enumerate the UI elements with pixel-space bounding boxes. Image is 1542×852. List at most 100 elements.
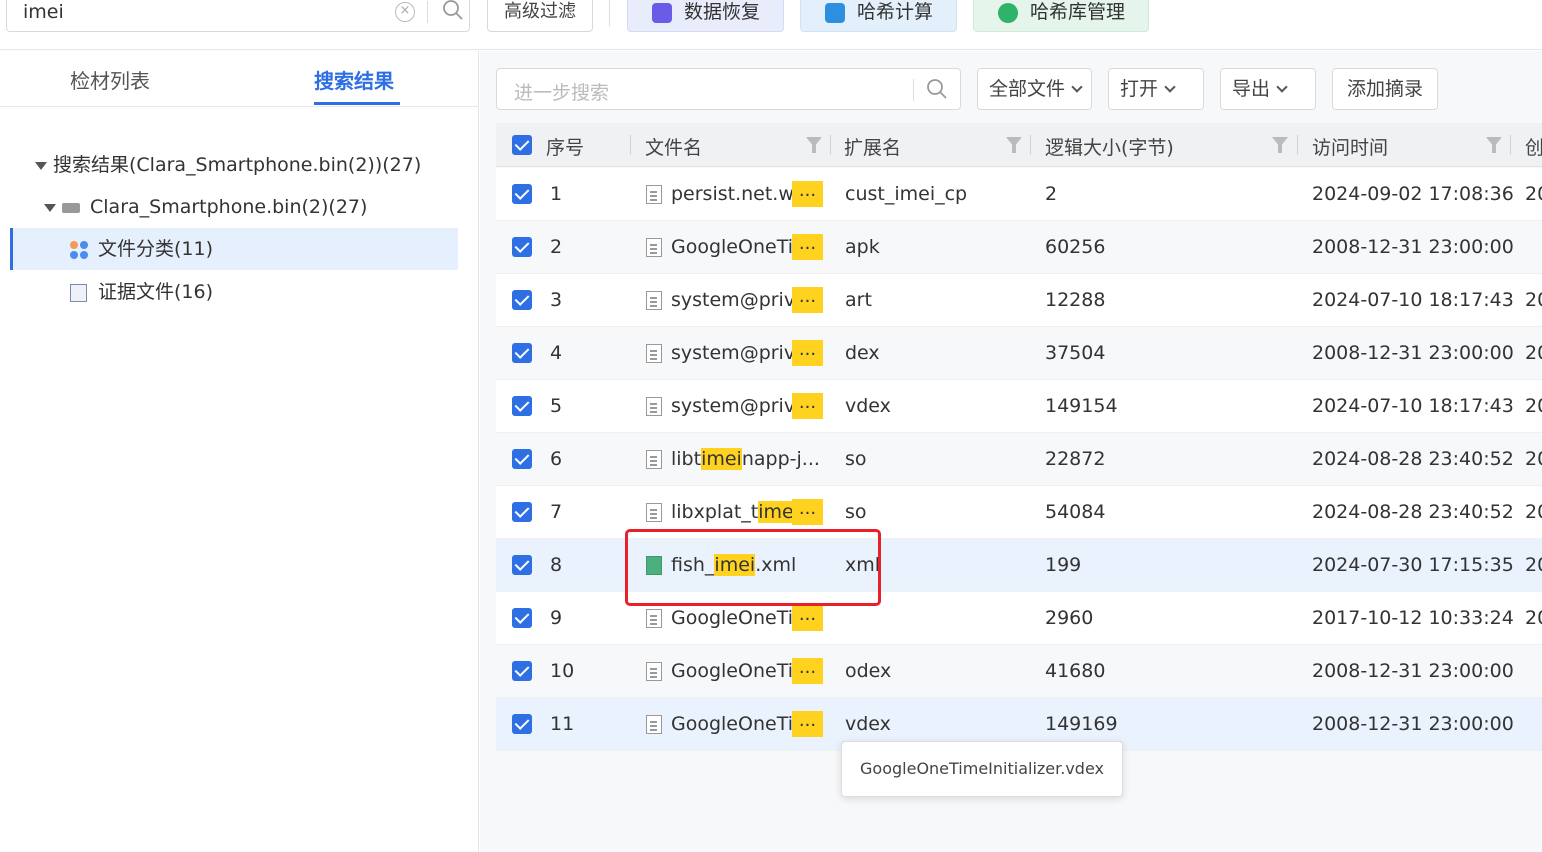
column-divider[interactable]	[630, 135, 631, 155]
column-divider[interactable]	[830, 135, 831, 155]
highlight-ellipsis: ...	[792, 499, 823, 525]
divider	[913, 79, 914, 101]
row-checkbox[interactable]	[512, 714, 532, 734]
filter-icon[interactable]	[1006, 137, 1022, 153]
clear-icon[interactable]: ×	[395, 2, 415, 22]
table-row[interactable]: 5 system@priv-a ... vdex 149154 2024-07-…	[496, 380, 1542, 433]
row-checkbox[interactable]	[512, 343, 532, 363]
col-header-filename[interactable]: 文件名	[645, 133, 702, 160]
tab-evidence-list[interactable]: 检材列表	[70, 65, 150, 94]
hash-db-button[interactable]: 哈希库管理	[973, 0, 1149, 32]
expand-triangle-icon[interactable]	[35, 161, 47, 170]
tree-item-file-category[interactable]: 文件分类(11)	[70, 228, 213, 270]
cell-access-time: 2024-09-02 17:08:36	[1312, 183, 1514, 205]
col-header-size[interactable]: 逻辑大小(字节)	[1045, 133, 1174, 160]
file-icon	[646, 450, 662, 469]
evidence-file-icon	[70, 283, 87, 302]
table-row[interactable]: 2 GoogleOneTim ... apk 60256 2008-12-31 …	[496, 221, 1542, 274]
highlight-ellipsis: ...	[792, 181, 823, 207]
select-all-checkbox[interactable]	[512, 135, 532, 155]
filter-icon[interactable]	[1272, 137, 1288, 153]
filter-icon[interactable]	[1486, 137, 1502, 153]
file-icon	[646, 344, 662, 363]
cell-no: 6	[550, 448, 563, 470]
cell-extension: so	[845, 448, 867, 470]
row-checkbox[interactable]	[512, 608, 532, 628]
row-checkbox[interactable]	[512, 449, 532, 469]
search-icon[interactable]	[442, 0, 464, 21]
cell-size: 54084	[1045, 501, 1106, 523]
tab-search-results[interactable]: 搜索结果	[314, 65, 394, 94]
row-checkbox[interactable]	[512, 184, 532, 204]
tree-item-label: Clara_Smartphone.bin(2)(27)	[90, 196, 368, 218]
col-header-created-time[interactable]: 创	[1525, 133, 1542, 160]
cell-created-time: 20	[1525, 448, 1542, 470]
cell-access-time: 2008-12-31 23:00:00	[1312, 660, 1514, 682]
advanced-filter-button[interactable]: 高级过滤	[487, 0, 593, 32]
global-search-input[interactable]: imei ×	[6, 0, 470, 32]
file-scope-dropdown[interactable]: 全部文件	[977, 68, 1092, 110]
cell-size: 12288	[1045, 289, 1106, 311]
col-header-no[interactable]: 序号	[546, 133, 584, 160]
tree-item-evidence-files[interactable]: 证据文件(16)	[70, 271, 213, 313]
export-dropdown[interactable]: 导出	[1220, 68, 1316, 110]
row-checkbox[interactable]	[512, 661, 532, 681]
cell-extension: dex	[845, 342, 880, 364]
cell-size: 199	[1045, 554, 1082, 576]
data-recovery-button[interactable]: 数据恢复	[627, 0, 784, 32]
hash-db-icon	[998, 3, 1018, 23]
col-header-extension[interactable]: 扩展名	[844, 133, 901, 160]
left-panel: 检材列表 搜索结果 搜索结果(Clara_Smartphone.bin(2))(…	[0, 51, 479, 852]
row-checkbox[interactable]	[512, 396, 532, 416]
column-divider[interactable]	[1030, 135, 1031, 155]
data-recovery-label: 数据恢复	[684, 1, 761, 23]
chevron-down-icon	[1164, 81, 1176, 93]
table-row[interactable]: 1 persist.net.wo ... cust_imei_cp 2 2024…	[496, 168, 1542, 221]
row-checkbox[interactable]	[512, 502, 532, 522]
cell-size: 2	[1045, 183, 1058, 205]
cell-no: 5	[550, 395, 563, 417]
cell-access-time: 2008-12-31 23:00:00	[1312, 342, 1514, 364]
tree-item-label: 证据文件(16)	[98, 281, 214, 303]
row-checkbox[interactable]	[512, 290, 532, 310]
col-header-access-time[interactable]: 访问时间	[1312, 133, 1388, 160]
divider	[609, 0, 610, 26]
hash-calc-button[interactable]: 哈希计算	[800, 0, 957, 32]
cell-no: 1	[550, 183, 563, 205]
filter-icon[interactable]	[806, 137, 822, 153]
cell-no: 10	[550, 660, 575, 682]
cell-access-time: 2017-10-12 10:33:24	[1312, 607, 1514, 629]
cell-no: 2	[550, 236, 563, 258]
table-row[interactable]: 10 GoogleOneTim ... odex 41680 2008-12-3…	[496, 645, 1542, 698]
refine-search-placeholder: 进一步搜索	[514, 82, 610, 104]
tree-item-image[interactable]: Clara_Smartphone.bin(2)(27)	[44, 186, 367, 228]
tree-item-search-results[interactable]: 搜索结果(Clara_Smartphone.bin(2))(27)	[35, 144, 421, 186]
cell-extension: art	[845, 289, 872, 311]
add-excerpt-label: 添加摘录	[1347, 78, 1424, 100]
file-icon	[646, 185, 662, 204]
row-checkbox[interactable]	[512, 555, 532, 575]
cell-size: 149154	[1045, 395, 1118, 417]
table-row[interactable]: 4 system@priv-a ... dex 37504 2008-12-31…	[496, 327, 1542, 380]
category-icon	[70, 240, 88, 259]
table-row[interactable]: 3 system@priv-a ... art 12288 2024-07-10…	[496, 274, 1542, 327]
divider	[427, 1, 428, 23]
cell-no: 11	[550, 713, 575, 735]
column-divider[interactable]	[1297, 135, 1298, 155]
row-checkbox[interactable]	[512, 237, 532, 257]
table-row[interactable]: 6 libtimeinapp-j... so 22872 2024-08-28 …	[496, 433, 1542, 486]
cell-access-time: 2024-08-28 23:40:52	[1312, 448, 1514, 470]
open-dropdown[interactable]: 打开	[1108, 68, 1204, 110]
cell-created-time: 20	[1525, 554, 1542, 576]
cell-extension: vdex	[845, 713, 891, 735]
tree-item-label: 文件分类(11)	[98, 238, 214, 260]
file-icon	[646, 609, 662, 628]
search-icon[interactable]	[926, 78, 948, 100]
hash-calc-label: 哈希计算	[857, 1, 934, 23]
column-divider[interactable]	[1510, 135, 1511, 155]
expand-triangle-icon[interactable]	[44, 203, 56, 212]
results-panel: 进一步搜索 全部文件 打开 导出 添加摘录 序号 文件名 扩展名 逻辑大小(字节…	[480, 51, 1542, 852]
refine-search-input[interactable]: 进一步搜索	[496, 68, 961, 110]
highlight-ellipsis: ...	[792, 711, 823, 737]
add-excerpt-button[interactable]: 添加摘录	[1332, 68, 1438, 110]
